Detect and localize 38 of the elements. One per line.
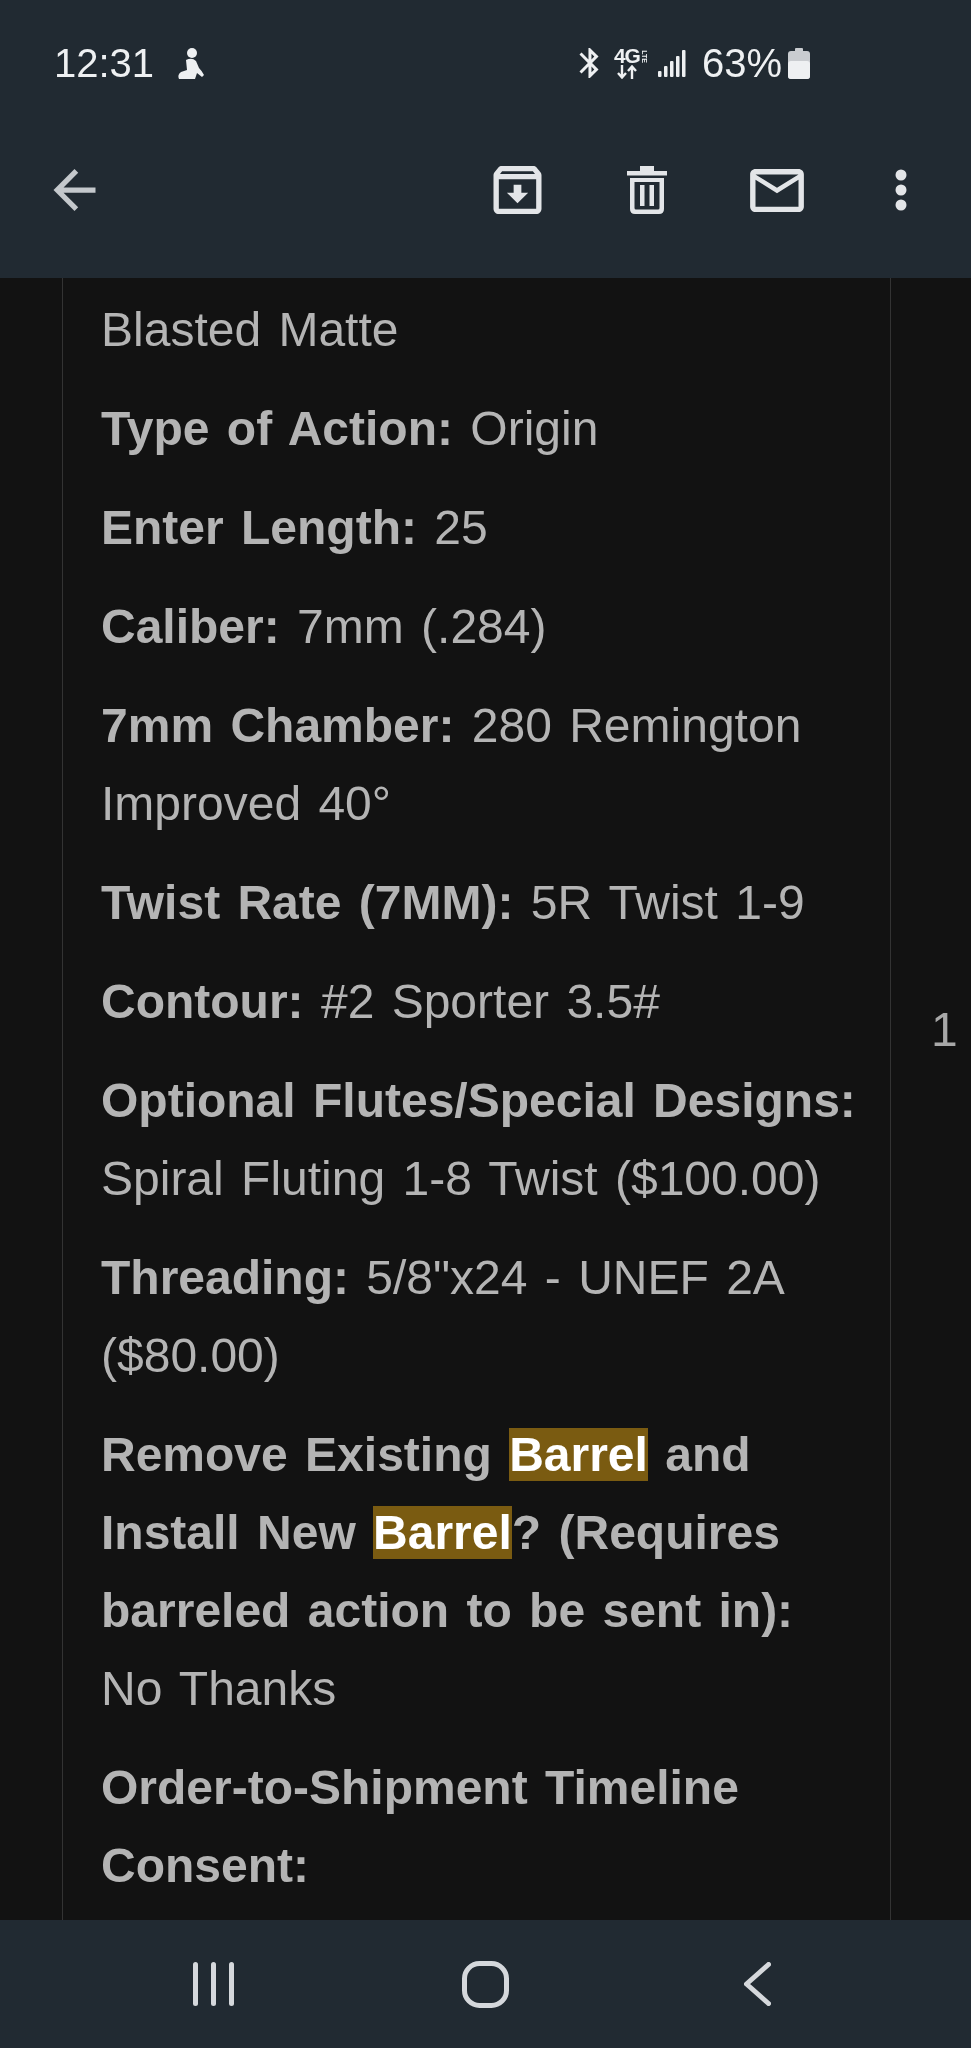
search-highlight: Barrel xyxy=(509,1428,648,1481)
nav-back-button[interactable] xyxy=(744,1962,771,2006)
recent-apps-icon xyxy=(193,1962,234,2006)
network-type-text: 4G xyxy=(613,47,640,64)
envelope-icon xyxy=(750,168,804,212)
order-detail-text: Blasted Matte xyxy=(101,302,400,358)
order-detail-text: Optional Flutes/Special Designs: Spiral Fluting 1-8 Twist ($100.00) xyxy=(101,1073,857,1207)
home-icon xyxy=(462,1960,509,2008)
more-button[interactable] xyxy=(895,169,907,211)
back-button[interactable] xyxy=(53,169,96,211)
more-icon xyxy=(895,169,907,211)
order-detail-text: Remove Existing Barrel and Install New Barrel? (Requires barreled action to be sent in): No Thanks xyxy=(101,1427,795,1717)
back-chevron-icon xyxy=(744,1962,771,2006)
mail-button[interactable] xyxy=(750,168,804,212)
order-detail-text: Caliber: 7mm (.284) xyxy=(101,599,548,655)
order-detail-text: Contour: #2 Sporter 3.5# xyxy=(101,974,661,1030)
battery-icon xyxy=(788,47,810,79)
data-arrows-icon xyxy=(615,65,638,79)
archive-button[interactable] xyxy=(493,166,542,214)
order-detail-text: Twist Rate (7MM): 5R Twist 1-9 xyxy=(101,875,806,931)
battery-percent: 63% xyxy=(701,43,782,83)
search-highlight: Barrel xyxy=(373,1506,512,1559)
order-detail-text: Threading: 5/8"x24 - UNEF 2A ($80.00) xyxy=(101,1250,784,1384)
home-button[interactable] xyxy=(462,1960,509,2008)
order-detail-text: 7mm Chamber: 280 Remington Improved 40° xyxy=(101,698,803,832)
back-arrow-icon xyxy=(53,169,96,211)
order-detail-text: Enter Length: 25 xyxy=(101,500,489,556)
person-icon xyxy=(177,47,205,79)
order-detail-text: Order-to-Shipment Timeline Consent: xyxy=(101,1760,740,1894)
signal-icon xyxy=(657,49,687,77)
bluetooth-icon xyxy=(577,48,600,78)
status-time: 12:31 xyxy=(54,43,155,83)
recent-apps-button[interactable] xyxy=(193,1962,234,2006)
archive-icon xyxy=(493,166,542,214)
delete-button[interactable] xyxy=(627,166,667,214)
number-text: 1 xyxy=(931,1003,958,1056)
order-detail-text: Type of Action: Origin xyxy=(101,401,600,457)
trash-icon xyxy=(627,166,667,214)
